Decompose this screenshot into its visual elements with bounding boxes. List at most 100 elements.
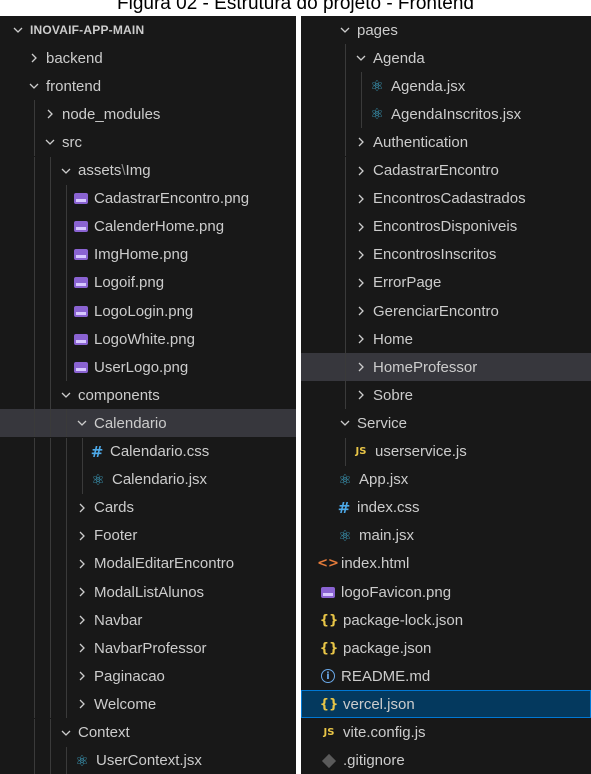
chevron-right-icon[interactable] xyxy=(74,528,90,544)
tree-file-index-css[interactable]: # index.css xyxy=(301,494,591,522)
chevron-down-icon[interactable] xyxy=(74,415,90,431)
tree-file-usercontext-jsx[interactable]: ⚛ UserContext.jsx xyxy=(0,746,296,774)
tree-folder-assets[interactable]: assets \ Img xyxy=(0,156,296,185)
tree-file-vercel-json[interactable]: {} vercel.json xyxy=(301,690,591,719)
tree-folder-errorpage[interactable]: ErrorPage xyxy=(301,268,591,297)
chevron-right-icon[interactable] xyxy=(74,584,90,600)
tree-folder-src[interactable]: src xyxy=(0,128,296,157)
tree-folder-gerenciarencontro[interactable]: GerenciarEncontro xyxy=(301,297,591,325)
chevron-right-icon[interactable] xyxy=(74,612,90,628)
tree-folder-paginacao[interactable]: Paginacao xyxy=(0,662,296,691)
tree-file-index-html[interactable]: <> index.html xyxy=(301,550,591,578)
tree-folder-encontrosdisponiveis[interactable]: EncontrosDisponiveis xyxy=(301,212,591,241)
tree-item-label: node_modules xyxy=(62,105,161,123)
tree-folder-welcome[interactable]: Welcome xyxy=(0,690,296,719)
indent-guide xyxy=(34,325,35,354)
tree-folder-encontrosinscritos[interactable]: EncontrosInscritos xyxy=(301,240,591,269)
tree-file-vite-config-js[interactable]: JS vite.config.js xyxy=(301,719,591,747)
indent-guide xyxy=(34,493,35,522)
indent-guide xyxy=(50,465,51,494)
tree-file-logowhite-png[interactable]: LogoWhite.png xyxy=(0,325,296,354)
indent-guide xyxy=(34,100,35,129)
tree-file-userlogo-png[interactable]: UserLogo.png xyxy=(0,353,296,382)
chevron-right-icon[interactable] xyxy=(353,247,369,263)
chevron-right-icon[interactable] xyxy=(74,556,90,572)
indent-guide xyxy=(66,690,67,719)
chevron-right-icon[interactable] xyxy=(74,696,90,712)
tree-folder-authentication[interactable]: Authentication xyxy=(301,128,591,157)
chevron-down-icon[interactable] xyxy=(337,415,353,431)
chevron-right-icon[interactable] xyxy=(353,163,369,179)
tree-file-cadastrarencontro-png[interactable]: CadastrarEncontro.png xyxy=(0,184,296,213)
tree-folder-backend[interactable]: backend xyxy=(0,44,296,72)
chevron-right-icon[interactable] xyxy=(74,668,90,684)
indent-guide xyxy=(50,353,51,382)
chevron-down-icon[interactable] xyxy=(58,725,74,741)
tree-file-agenda-jsx[interactable]: ⚛ Agenda.jsx xyxy=(301,72,591,101)
tree-folder-pages[interactable]: pages xyxy=(301,16,591,44)
tree-file-package-json[interactable]: {} package.json xyxy=(301,634,591,662)
tree-file-package-lock-json[interactable]: {} package-lock.json xyxy=(301,606,591,634)
tree-file-userservice-js[interactable]: JS userservice.js xyxy=(301,437,591,466)
tree-folder-inovaif-app-main[interactable]: INOVAIF-APP-MAIN xyxy=(0,16,296,44)
tree-folder-calendario[interactable]: Calendario xyxy=(0,409,296,438)
chevron-down-icon[interactable] xyxy=(26,78,42,94)
chevron-right-icon[interactable] xyxy=(353,331,369,347)
indent-guide xyxy=(50,437,51,466)
chevron-right-icon[interactable] xyxy=(353,219,369,235)
tree-file-calenderhome-png[interactable]: CalenderHome.png xyxy=(0,212,296,241)
tree-folder-encontroscadastrados[interactable]: EncontrosCadastrados xyxy=(301,184,591,213)
chevron-right-icon[interactable] xyxy=(353,275,369,291)
chevron-down-icon[interactable] xyxy=(58,163,74,179)
tree-file-logoif-png[interactable]: Logoif.png xyxy=(0,268,296,297)
chevron-down-icon[interactable] xyxy=(58,387,74,403)
tree-folder-sobre[interactable]: Sobre xyxy=(301,381,591,410)
chevron-right-icon[interactable] xyxy=(74,500,90,516)
indent-guide xyxy=(66,521,67,550)
tree-file-gitignore[interactable]: .gitignore xyxy=(301,747,591,774)
tree-folder-node-modules[interactable]: node_modules xyxy=(0,100,296,129)
chevron-down-icon[interactable] xyxy=(337,22,353,38)
tree-file-main-jsx[interactable]: ⚛ main.jsx xyxy=(301,522,591,550)
tree-file-logologin-png[interactable]: LogoLogin.png xyxy=(0,297,296,325)
tree-folder-footer[interactable]: Footer xyxy=(0,521,296,550)
tree-folder-navbarprofessor[interactable]: NavbarProfessor xyxy=(0,634,296,663)
tree-item-label: backend xyxy=(46,49,103,67)
chevron-right-icon[interactable] xyxy=(353,191,369,207)
tree-folder-homeprofessor[interactable]: HomeProfessor xyxy=(301,353,591,382)
chevron-down-icon[interactable] xyxy=(42,134,58,150)
tree-folder-navbar[interactable]: Navbar xyxy=(0,606,296,635)
tree-item-label: INOVAIF-APP-MAIN xyxy=(30,23,145,37)
indent-guide xyxy=(345,268,346,297)
indent-guide xyxy=(66,606,67,635)
tree-file-readme-md[interactable]: i README.md xyxy=(301,662,591,690)
tree-folder-cards[interactable]: Cards xyxy=(0,493,296,522)
react-icon: ⚛ xyxy=(338,526,352,545)
tree-item-label: Navbar xyxy=(94,611,143,629)
chevron-right-icon[interactable] xyxy=(353,387,369,403)
tree-folder-cadastrarencontro[interactable]: CadastrarEncontro xyxy=(301,156,591,185)
tree-folder-components[interactable]: components xyxy=(0,381,296,410)
tree-folder-modaleditarencontro[interactable]: ModalEditarEncontro xyxy=(0,549,296,578)
chevron-down-icon[interactable] xyxy=(353,50,369,66)
tree-folder-context[interactable]: Context xyxy=(0,718,296,747)
chevron-right-icon[interactable] xyxy=(353,359,369,375)
chevron-right-icon[interactable] xyxy=(42,106,58,122)
tree-folder-agenda[interactable]: Agenda xyxy=(301,44,591,73)
tree-file-agendainscritos-jsx[interactable]: ⚛ AgendaInscritos.jsx xyxy=(301,100,591,129)
chevron-right-icon[interactable] xyxy=(74,640,90,656)
chevron-down-icon[interactable] xyxy=(10,22,26,38)
chevron-right-icon[interactable] xyxy=(26,50,42,66)
tree-folder-modallistalunos[interactable]: ModalListAlunos xyxy=(0,578,296,606)
chevron-right-icon[interactable] xyxy=(353,303,369,319)
indent-guide xyxy=(34,409,35,438)
tree-file-logofavicon-png[interactable]: logoFavicon.png xyxy=(301,578,591,606)
tree-folder-service[interactable]: Service xyxy=(301,409,591,437)
tree-file-app-jsx[interactable]: ⚛ App.jsx xyxy=(301,466,591,494)
tree-file-calendario-css[interactable]: # Calendario.css xyxy=(0,437,296,466)
tree-file-imghome-png[interactable]: ImgHome.png xyxy=(0,240,296,269)
tree-file-calendario-jsx[interactable]: ⚛ Calendario.jsx xyxy=(0,465,296,494)
tree-folder-frontend[interactable]: frontend xyxy=(0,72,296,100)
tree-folder-home[interactable]: Home xyxy=(301,325,591,354)
chevron-right-icon[interactable] xyxy=(353,134,369,150)
